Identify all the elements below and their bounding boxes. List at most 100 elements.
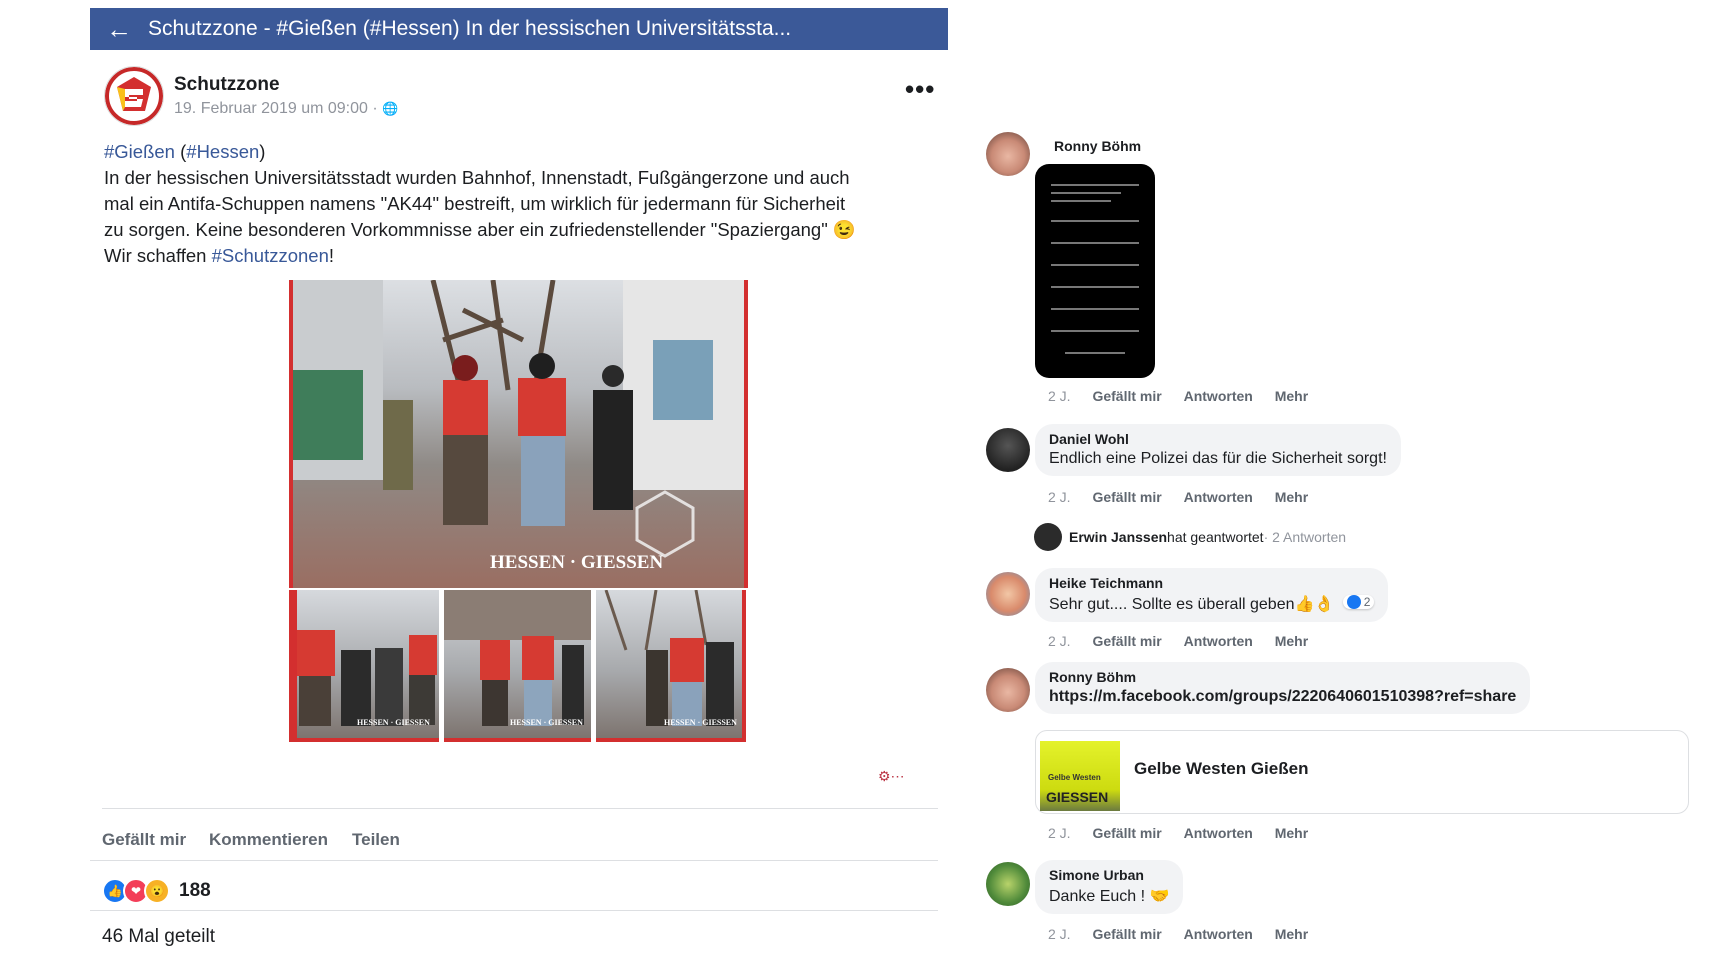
photo-caption: HESSEN · GIESSEN	[490, 552, 664, 573]
back-arrow-icon[interactable]: ←	[90, 14, 148, 45]
commenter-name[interactable]: Daniel Wohl	[1049, 431, 1387, 447]
doc-text-line	[1051, 192, 1121, 194]
comment-like-link[interactable]: Gefällt mir	[1092, 388, 1161, 404]
commenter-avatar[interactable]	[986, 862, 1030, 906]
doc-text-line	[1051, 220, 1139, 222]
hashtag-hessen[interactable]: #Hessen	[186, 141, 259, 162]
share-button[interactable]: Teilen	[352, 830, 400, 850]
commenter-name[interactable]: Ronny Böhm	[1049, 669, 1516, 685]
reaction-count: 188	[179, 880, 211, 901]
comment-meta: 2 J. Gefällt mir Antworten Mehr	[1048, 633, 1308, 649]
comment-like-link[interactable]: Gefällt mir	[1092, 489, 1161, 505]
globe-icon: 🌐	[382, 101, 399, 116]
doc-text-line	[1051, 286, 1139, 288]
comment-more-link[interactable]: Mehr	[1275, 825, 1308, 841]
comment-more-link[interactable]: Mehr	[1275, 489, 1308, 505]
post-author[interactable]: Schutzzone	[174, 74, 280, 96]
comment-age: 2 J.	[1048, 388, 1071, 404]
commenter-avatar[interactable]	[986, 572, 1030, 616]
comment-meta: 2 J. Gefällt mir Antworten Mehr	[1048, 825, 1308, 841]
comment-bubble: Heike Teichmann Sehr gut.... Sollte es ü…	[1035, 568, 1389, 622]
doc-text-line	[1051, 184, 1139, 186]
reply-count: · 2 Antworten	[1263, 529, 1347, 545]
comment-reply-link[interactable]: Antworten	[1184, 926, 1253, 942]
post-date-text: 19. Februar 2019 um 09:00 ·	[174, 100, 378, 117]
comment-reply-link[interactable]: Antworten	[1184, 633, 1253, 649]
reaction-summary[interactable]: 👍 ❤ 😮 188	[102, 878, 211, 904]
comment-reply-link[interactable]: Antworten	[1184, 825, 1253, 841]
comments-panel: Ronny Böhm 2 J. Gefällt mir Antworten Me…	[978, 120, 1708, 959]
comment-like-link[interactable]: Gefällt mir	[1092, 926, 1161, 942]
comment-text: Danke Euch ! 🤝	[1049, 888, 1170, 905]
link-preview-image-label: Gelbe Westen	[1048, 773, 1101, 782]
commenter-avatar[interactable]	[986, 428, 1030, 472]
comment-reply-link[interactable]: Antworten	[1184, 388, 1253, 404]
comment-more-link[interactable]: Mehr	[1275, 926, 1308, 942]
post-text-line: mal ein Antifa-Schuppen namens "AK44" be…	[104, 193, 846, 214]
comment-bubble: Simone Urban Danke Euch ! 🤝	[1035, 860, 1184, 914]
commenter-name[interactable]: Heike Teichmann	[1049, 575, 1374, 591]
doc-text-line	[1051, 264, 1139, 266]
post-header-title: Schutzzone - #Gießen (#Hessen) In der he…	[148, 17, 792, 40]
divider	[102, 808, 938, 809]
post-main-photo[interactable]: HESSEN · GIESSEN	[289, 280, 748, 588]
link-preview-image-label: GIESSEN	[1046, 789, 1109, 805]
page-avatar[interactable]	[104, 66, 164, 126]
commenter-avatar[interactable]	[986, 668, 1030, 712]
post-thumbnail[interactable]: HESSEN · GIESSEN	[444, 590, 591, 742]
replier-avatar	[1034, 523, 1062, 551]
like-icon	[1346, 595, 1361, 609]
hashtag-giessen[interactable]: #Gießen	[104, 141, 175, 162]
divider	[90, 910, 938, 911]
thumbnail-caption: HESSEN · GIESSEN	[357, 718, 430, 727]
commenter-name[interactable]: Ronny Böhm	[1054, 138, 1141, 154]
commenter-avatar[interactable]	[986, 132, 1030, 176]
paren-open: (	[174, 141, 187, 162]
comment-bubble: Daniel Wohl Endlich eine Polizei das für…	[1035, 424, 1401, 476]
comment-meta: 2 J. Gefällt mir Antworten Mehr	[1048, 489, 1308, 505]
more-options-button[interactable]: •••	[905, 74, 935, 105]
translate-icon[interactable]: ⚙⋯	[878, 768, 905, 785]
doc-text-line	[1051, 330, 1139, 332]
link-preview-image: Gelbe Westen GIESSEN	[1040, 741, 1120, 811]
comment-like-link[interactable]: Gefällt mir	[1092, 633, 1161, 649]
like-button[interactable]: Gefällt mir	[102, 830, 186, 850]
doc-text-line	[1065, 352, 1125, 354]
comment-age: 2 J.	[1048, 926, 1071, 942]
comment-link[interactable]: https://m.facebook.com/groups/2220640601…	[1049, 688, 1516, 706]
comment-like-link[interactable]: Gefällt mir	[1092, 825, 1161, 841]
link-preview-title: Gelbe Westen Gießen	[1134, 759, 1309, 778]
thumbnail-caption: HESSEN · GIESSEN	[664, 718, 737, 727]
comment-meta: 2 J. Gefällt mir Antworten Mehr	[1048, 926, 1308, 942]
hashtag-schutzzonen[interactable]: #Schutzzonen	[212, 245, 329, 266]
doc-text-line	[1051, 200, 1111, 202]
comment-like-badge[interactable]: 2	[1342, 595, 1375, 609]
commenter-name[interactable]: Simone Urban	[1049, 867, 1169, 883]
post-date[interactable]: 19. Februar 2019 um 09:00 · 🌐	[174, 100, 398, 118]
comment-age: 2 J.	[1048, 825, 1071, 841]
doc-text-line	[1051, 308, 1139, 310]
post-text-line: Wir schaffen	[104, 245, 212, 266]
post-thumbnail[interactable]: HESSEN · GIESSEN	[596, 590, 746, 742]
comment-age: 2 J.	[1048, 489, 1071, 505]
comment-text: Endlich eine Polizei das für die Sicherh…	[1049, 450, 1387, 467]
post-text-line: In der hessischen Universitätsstadt wurd…	[104, 167, 850, 188]
post-text: #Gießen (#Hessen) In der hessischen Univ…	[104, 139, 934, 269]
doc-text-line	[1051, 242, 1139, 244]
replier-name: Erwin Janssen	[1069, 529, 1168, 545]
view-replies-link[interactable]: Erwin Janssen hat geantwortet · 2 Antwor…	[1034, 523, 1346, 551]
comment-text: Sehr gut.... Sollte es überall geben👍👌 2	[1049, 594, 1375, 614]
post-header-bar: ← Schutzzone - #Gießen (#Hessen) In der …	[90, 8, 948, 50]
wow-reaction-icon: 😮	[144, 878, 170, 904]
reply-text: hat geantwortet	[1167, 529, 1264, 545]
thumbnail-caption: HESSEN · GIESSEN	[510, 718, 583, 727]
comment-reply-link[interactable]: Antworten	[1184, 489, 1253, 505]
share-count[interactable]: 46 Mal geteilt	[102, 926, 215, 948]
comment-image[interactable]	[1035, 164, 1155, 378]
comment-button[interactable]: Kommentieren	[209, 830, 328, 850]
link-preview-card[interactable]: Gelbe Westen GIESSEN Gelbe Westen Gießen	[1035, 730, 1689, 814]
comment-meta: 2 J. Gefällt mir Antworten Mehr	[1048, 388, 1308, 404]
post-thumbnail[interactable]: HESSEN · GIESSEN	[289, 590, 439, 742]
comment-more-link[interactable]: Mehr	[1275, 633, 1308, 649]
comment-more-link[interactable]: Mehr	[1275, 388, 1308, 404]
